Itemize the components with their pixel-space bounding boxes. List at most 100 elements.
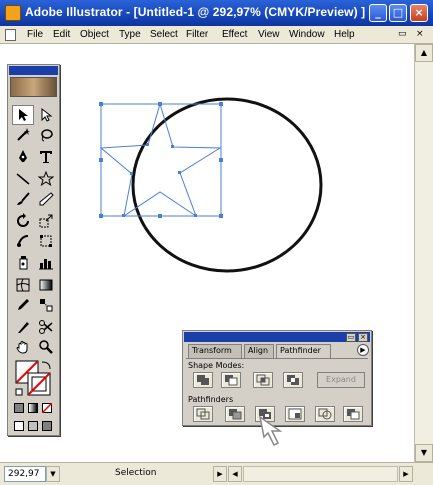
tab-transform[interactable]: Transform	[188, 344, 242, 358]
zoom-field[interactable]: 292,97	[4, 466, 46, 482]
full-screen-menu-mode-button[interactable]	[28, 421, 38, 431]
mesh-tool-icon[interactable]	[12, 275, 34, 295]
color-mode-button[interactable]	[14, 403, 24, 413]
blend-tool-icon[interactable]	[35, 295, 57, 315]
rotate-tool-icon[interactable]	[12, 211, 34, 231]
hscroll-right-arrow[interactable]: ▶	[399, 466, 413, 482]
add-shape-icon	[197, 375, 209, 385]
scroll-up-arrow[interactable]: ▲	[415, 44, 433, 62]
tools-panel	[7, 64, 60, 436]
menu-window[interactable]: Window	[289, 29, 325, 40]
type-tool-icon[interactable]	[35, 147, 57, 167]
crop-button[interactable]	[285, 406, 305, 422]
illustrator-logo[interactable]	[10, 77, 57, 97]
pencil-tool-icon[interactable]	[35, 189, 57, 209]
divide-icon	[196, 408, 210, 420]
menu-file[interactable]: File	[27, 29, 43, 40]
title-bar[interactable]: Adobe Illustrator - [Untitled-1 @ 292,97…	[0, 0, 433, 26]
tab-divider	[186, 358, 368, 359]
magic-wand-tool-icon[interactable]	[12, 125, 34, 145]
menu-select[interactable]: Select	[150, 29, 178, 40]
doc-restore-button[interactable]: ▭	[398, 29, 407, 39]
minus-back-button[interactable]	[343, 406, 363, 422]
free-transform-tool-icon[interactable]	[35, 231, 57, 251]
star-shape[interactable]	[99, 102, 222, 218]
hscroll-left-arrow[interactable]: ◀	[228, 466, 242, 482]
line-segment-tool-icon[interactable]	[12, 169, 34, 189]
mouse-cursor-icon	[258, 415, 283, 447]
hand-tool-icon[interactable]	[12, 337, 34, 357]
scale-tool-icon[interactable]	[35, 211, 57, 231]
menu-effect[interactable]: Effect	[222, 29, 247, 40]
doc-close-button[interactable]: ×	[416, 29, 424, 39]
intersect-shape-areas-button[interactable]	[253, 372, 273, 388]
pen-tool-icon[interactable]	[12, 147, 34, 167]
star-tool-icon[interactable]	[35, 169, 57, 189]
selection-tool-icon[interactable]	[12, 105, 34, 125]
horizontal-scrollbar[interactable]	[243, 466, 398, 482]
document-icon[interactable]	[5, 29, 16, 41]
selection-bounding-box[interactable]	[100, 103, 222, 217]
maximize-button[interactable]: □	[389, 4, 407, 22]
close-button[interactable]: ×	[410, 4, 428, 22]
palette-close-button[interactable]: ×	[358, 333, 368, 342]
scissors-tool-icon[interactable]	[35, 317, 57, 337]
palette-minimize-button[interactable]: ▭	[346, 333, 356, 342]
warp-tool-icon[interactable]	[12, 231, 34, 251]
fill-stroke-swatches[interactable]	[14, 359, 56, 401]
none-slash-icon	[42, 403, 52, 413]
trim-icon	[229, 409, 242, 420]
app-icon[interactable]	[5, 5, 21, 21]
full-screen-mode-button[interactable]	[42, 421, 52, 431]
scroll-down-arrow[interactable]: ▼	[415, 444, 433, 462]
menu-view[interactable]: View	[258, 29, 280, 40]
crop-icon	[288, 408, 302, 420]
status-menu-arrow[interactable]: ▶	[213, 466, 227, 482]
selection-handles[interactable]	[99, 102, 223, 218]
tools-panel-titlebar[interactable]	[9, 66, 58, 75]
outline-button[interactable]	[315, 406, 335, 422]
divide-button[interactable]	[193, 406, 213, 422]
standard-screen-mode-button[interactable]	[14, 421, 24, 431]
tab-pathfinder[interactable]: Pathfinder	[276, 344, 331, 359]
menu-help[interactable]: Help	[334, 29, 355, 40]
menu-type[interactable]: Type	[119, 29, 141, 40]
exclude-overlapping-shape-areas-button[interactable]	[283, 372, 303, 388]
direct-selection-tool-icon[interactable]	[35, 105, 57, 125]
column-graph-tool-icon[interactable]	[35, 253, 57, 273]
status-text: Selection	[112, 466, 202, 482]
zoom-dropdown-arrow[interactable]: ▼	[46, 466, 60, 482]
illustrator-window: Adobe Illustrator - [Untitled-1 @ 292,97…	[0, 0, 433, 485]
menu-filter[interactable]: Filter	[186, 29, 208, 40]
outline-icon	[318, 408, 332, 420]
vertical-scrollbar[interactable]: ▲ ▼	[414, 44, 433, 462]
paintbrush-tool-icon[interactable]	[12, 189, 34, 209]
subtract-shape-icon	[225, 375, 238, 386]
none-mode-button[interactable]	[42, 403, 52, 413]
gradient-mode-button[interactable]	[28, 403, 38, 413]
menu-object[interactable]: Object	[80, 29, 109, 40]
intersect-shape-icon	[256, 374, 270, 386]
exclude-shape-icon	[287, 375, 299, 385]
tab-align[interactable]: Align	[244, 344, 274, 358]
status-bar: 292,97 ▼ Selection ▶ ◀ ▶	[0, 462, 433, 485]
shape-modes-label: Shape Modes:	[188, 361, 245, 370]
window-title: Adobe Illustrator - [Untitled-1 @ 292,97…	[25, 5, 366, 19]
lasso-tool-icon[interactable]	[35, 125, 57, 145]
pathfinder-palette: ▭ × Transform Align Pathfinder ▶ Shape M…	[182, 330, 372, 426]
expand-button[interactable]: Expand	[317, 372, 365, 388]
gradient-tool-icon[interactable]	[35, 275, 57, 295]
minimize-button[interactable]: _	[369, 4, 387, 22]
minus-back-icon	[347, 409, 360, 420]
add-to-shape-area-button[interactable]	[193, 372, 213, 388]
menu-edit[interactable]: Edit	[53, 29, 70, 40]
slice-tool-icon[interactable]	[12, 317, 34, 337]
symbol-sprayer-tool-icon[interactable]	[12, 253, 34, 273]
eyedropper-tool-icon[interactable]	[12, 295, 34, 315]
zoom-tool-icon[interactable]	[35, 337, 57, 357]
palette-menu-arrow-icon[interactable]: ▶	[357, 344, 369, 356]
trim-button[interactable]	[225, 406, 245, 422]
pathfinder-palette-titlebar[interactable]: ▭ ×	[184, 332, 370, 342]
circle-shape[interactable]	[131, 97, 323, 273]
subtract-from-shape-area-button[interactable]	[221, 372, 241, 388]
